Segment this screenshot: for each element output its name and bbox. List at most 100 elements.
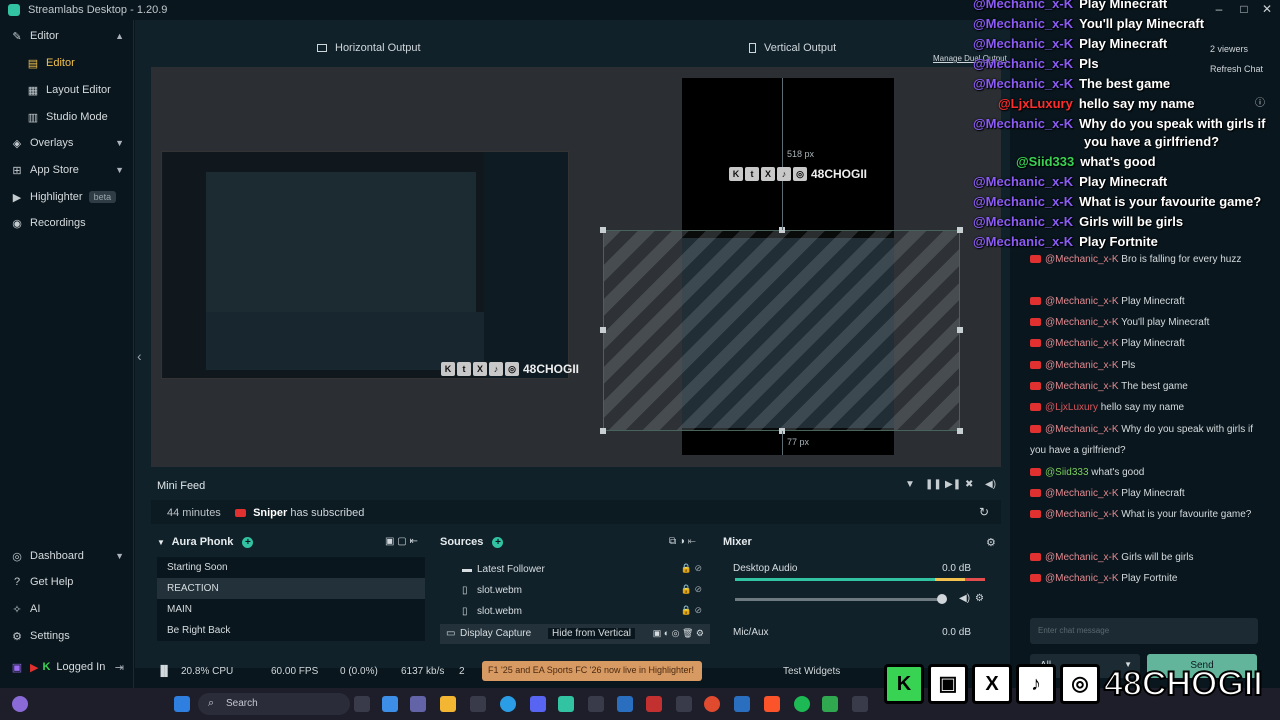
nav-overlays-label: Overlays	[30, 137, 74, 149]
source-label: Latest Follower	[477, 564, 545, 575]
mixer-title: Mixer	[723, 536, 752, 548]
nav-get-help[interactable]: ? Get Help	[0, 570, 134, 594]
teams-icon[interactable]	[410, 696, 426, 712]
chat-input[interactable]: Enter chat message	[1030, 618, 1258, 644]
brave-icon[interactable]	[764, 696, 780, 712]
nav-layout-editor[interactable]: ▦ Layout Editor	[0, 78, 134, 102]
discord-icon[interactable]	[530, 696, 546, 712]
volume-slider-handle[interactable]	[937, 594, 947, 604]
add-source-button[interactable]: +	[492, 537, 504, 548]
app-title: Streamlabs Desktop - 1.20.9	[28, 4, 168, 16]
phone-icon	[749, 43, 756, 53]
preview-canvas[interactable]: K t X ♪ ◎ 48CHOGII 518 px 77 px K t X ♪ …	[151, 67, 1001, 467]
youtube-icon	[235, 509, 246, 518]
nav-settings[interactable]: ⚙ Settings	[0, 624, 134, 648]
selected-source-bounds[interactable]	[603, 230, 960, 431]
resize-handle[interactable]	[957, 327, 963, 333]
mini-feed-title: Mini Feed	[157, 480, 206, 492]
pause-icon[interactable]: ❚❚	[925, 479, 942, 490]
task-view-icon[interactable]	[354, 696, 370, 712]
nav-app-store[interactable]: ⊞ App Store ▼	[0, 158, 134, 182]
nav-ai[interactable]: ✧ AI	[0, 597, 134, 621]
chat-user: @Siid333	[1045, 467, 1089, 478]
app-icon[interactable]	[676, 696, 692, 712]
logout-icon[interactable]: ⇥	[115, 661, 124, 674]
overlay-text: What is your favourite game?	[1079, 194, 1262, 209]
source-actions-icon[interactable]: ▣ ◐ ◎ 🗑 ⚙	[653, 628, 704, 639]
overlay-user: @Mechanic_x-K	[973, 76, 1074, 91]
test-widgets-button[interactable]: Test Widgets	[783, 666, 840, 677]
speaker-icon[interactable]: ◀)	[959, 593, 970, 604]
copilot-icon[interactable]	[382, 696, 398, 712]
instagram-icon: ◎	[1060, 664, 1100, 704]
volume-slider[interactable]	[735, 598, 941, 601]
nav-recordings[interactable]: ◉ Recordings	[0, 211, 134, 235]
app-icon[interactable]	[617, 696, 633, 712]
lock-visibility-icon[interactable]: 🔒 ⊘	[681, 563, 702, 574]
nav-recordings-label: Recordings	[30, 217, 86, 229]
horizontal-preview[interactable]	[161, 151, 569, 379]
chat-text: Girls will be girls	[1121, 552, 1194, 563]
stats-icon[interactable]: ▐▌	[157, 666, 171, 677]
nav-logged-in[interactable]: ▣ ▶ K Logged In ⇥	[0, 655, 134, 679]
windows-start-icon[interactable]	[174, 696, 190, 712]
gear-icon[interactable]: ⚙	[975, 593, 984, 604]
resize-handle[interactable]	[957, 428, 963, 434]
chat-user: @Mechanic_x-K	[1045, 296, 1119, 307]
resize-handle[interactable]	[600, 327, 606, 333]
source-controls-icon[interactable]: ⧉ ◑ ⇤	[669, 536, 696, 547]
skip-icon[interactable]: ▶❚	[945, 479, 961, 490]
app-icon[interactable]	[646, 696, 662, 712]
twitch-icon: t	[457, 362, 471, 376]
nav-dashboard[interactable]: ◎ Dashboard ▼	[0, 544, 134, 568]
source-item[interactable]: ▯ slot.webm 🔒 ⊘	[440, 601, 710, 622]
horizontal-output-header[interactable]: Horizontal Output	[317, 42, 421, 54]
resize-handle[interactable]	[600, 227, 606, 233]
nav-editor-sub[interactable]: ▤ Editor	[0, 51, 134, 75]
scene-item[interactable]: Starting Soon	[157, 557, 425, 578]
edge-icon[interactable]	[500, 696, 516, 712]
app-icon[interactable]	[822, 696, 838, 712]
gear-icon[interactable]: ⚙	[986, 536, 996, 549]
overlay-line: @Mechanic_x-K Play Minecraft	[973, 0, 1167, 11]
notification-count[interactable]: 2	[459, 666, 465, 677]
chat-user: @Mechanic_x-K	[1045, 338, 1119, 349]
scene-collection-name[interactable]: Aura Phonk	[172, 536, 234, 548]
volume-icon[interactable]: ◀)	[985, 479, 996, 490]
scene-item[interactable]: Be Right Back	[157, 620, 425, 641]
filter-icon[interactable]: ▼	[905, 479, 915, 490]
resize-handle[interactable]	[957, 227, 963, 233]
nav-overlays[interactable]: ◈ Overlays ▼	[0, 131, 134, 155]
app-icon[interactable]	[852, 696, 868, 712]
resize-handle[interactable]	[600, 428, 606, 434]
vertical-output-header[interactable]: Vertical Output	[749, 42, 836, 54]
source-item[interactable]: ▯ slot.webm 🔒 ⊘	[440, 580, 710, 601]
scene-item[interactable]: MAIN	[157, 599, 425, 620]
nav-studio-mode[interactable]: ▥ Studio Mode	[0, 105, 134, 129]
chrome-icon[interactable]	[704, 696, 720, 712]
taskbar-search[interactable]: Search	[198, 693, 350, 715]
chevron-left-icon[interactable]: ‹	[137, 348, 142, 364]
app-icon[interactable]	[734, 696, 750, 712]
mute-alerts-icon[interactable]: ✖	[965, 479, 973, 490]
refresh-icon[interactable]: ↻	[979, 505, 989, 519]
overlay-text: Why do you speak with girls if	[1079, 116, 1266, 131]
spotify-icon[interactable]	[794, 696, 810, 712]
store-icon[interactable]	[470, 696, 486, 712]
scene-item[interactable]: REACTION	[157, 578, 425, 599]
gear-icon: ⚙	[12, 630, 22, 643]
file-explorer-icon[interactable]	[440, 696, 456, 712]
lock-visibility-icon[interactable]: 🔒 ⊘	[681, 584, 702, 595]
app-icon[interactable]	[588, 696, 604, 712]
highlighter-banner[interactable]: F1 '25 and EA Sports FC '26 now live in …	[482, 661, 702, 681]
nav-editor[interactable]: ✎ Editor ▲	[0, 24, 134, 48]
overlay-line: @LjxLuxury hello say my name	[998, 96, 1194, 111]
scene-controls-icon[interactable]: ▣ ▢ ⇤	[385, 536, 418, 547]
user-avatar-icon[interactable]	[12, 696, 28, 712]
add-scene-button[interactable]: +	[242, 537, 254, 548]
source-item[interactable]: ▬ Latest Follower 🔒 ⊘	[440, 559, 710, 580]
streamlabs-icon[interactable]	[558, 696, 574, 712]
lock-visibility-icon[interactable]: 🔒 ⊘	[681, 605, 702, 616]
nav-highlighter[interactable]: ▶ Highlighter beta	[0, 185, 134, 209]
source-item-selected[interactable]: ▭ Display Capture Hide from Vertical ▣ ◐…	[440, 624, 710, 644]
